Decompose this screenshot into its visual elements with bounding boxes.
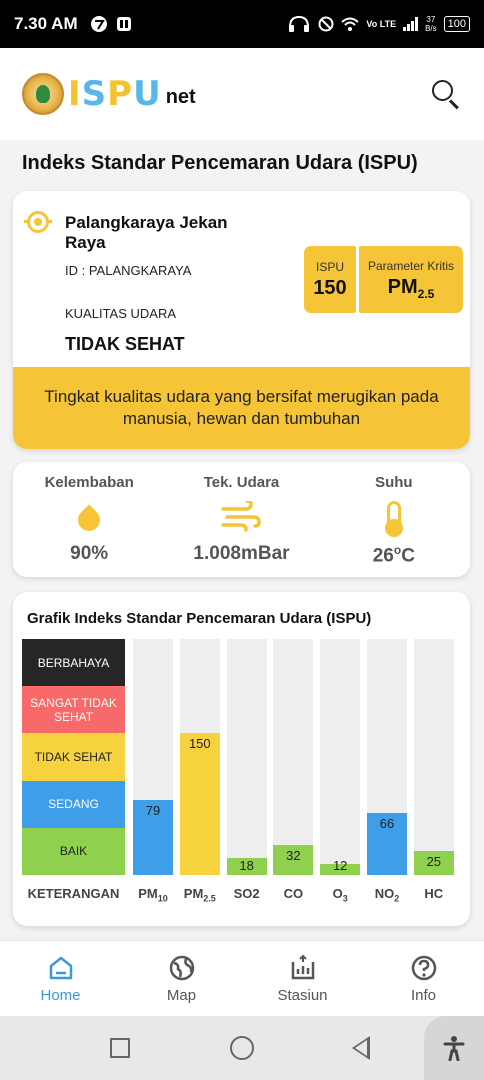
nav-map[interactable]: Map xyxy=(121,941,242,1016)
pressure-label: Tek. Udara xyxy=(203,474,280,491)
x-tick-label: PM10 xyxy=(138,886,168,904)
nav-home[interactable]: Home xyxy=(0,941,121,1016)
x-tick-label: PM2.5 xyxy=(183,886,216,904)
x-tick-label: NO2 xyxy=(374,886,400,904)
logo-suffix: net xyxy=(165,86,196,108)
back-button[interactable] xyxy=(352,1036,370,1060)
nav-stasiun-label: Stasiun xyxy=(277,987,328,1004)
globe-icon xyxy=(169,955,194,981)
nav-map-label: Map xyxy=(166,987,197,1004)
chart-bars: 79 150 18 32 12 66 25 xyxy=(133,639,455,875)
nav-stasiun[interactable]: Stasiun xyxy=(242,941,363,1016)
x-tick-label: O3 xyxy=(332,886,348,904)
critical-parameter-cell: Parameter Kritis PM2.5 xyxy=(359,246,463,313)
battery-indicator: 100 xyxy=(443,16,470,32)
network-speed: 37 B/s xyxy=(425,15,437,33)
level-legend-item: SEDANG xyxy=(22,780,125,828)
station-name: Palangkaraya Jekan Raya xyxy=(65,213,228,252)
ispu-label: ISPU xyxy=(315,259,344,274)
app-icon xyxy=(116,17,131,31)
bar-value-label: 18 xyxy=(239,858,254,873)
bar xyxy=(179,733,220,875)
level-legend-item: BAIK xyxy=(22,827,125,876)
signal-icon xyxy=(403,17,419,31)
bar-value-label: 66 xyxy=(379,816,395,831)
app-logo: ISPU net xyxy=(22,73,196,115)
chart-x-axis: KETERANGAN PM10 PM2.5 SO2 CO O3 NO2 HC xyxy=(13,886,470,906)
wind-icon xyxy=(221,501,262,532)
air-quality-value: TIDAK SEHAT xyxy=(65,334,185,354)
bar-track: 32 xyxy=(273,639,314,875)
bottom-nav: Home Map Stasiun Info xyxy=(0,940,484,1016)
ispu-chart-card: Grafik Indeks Standar Pencemaran Udara (… xyxy=(13,592,470,926)
level-legend-item: TIDAK SEHAT xyxy=(22,733,125,781)
temperature-value: 26oC xyxy=(372,543,415,567)
status-bar: 7.30 AM Vo LTE 37 B/s 100 xyxy=(0,0,484,48)
dnd-icon xyxy=(318,16,334,32)
x-tick-label: CO xyxy=(283,886,304,901)
logo-wordmark: ISPU xyxy=(68,74,162,114)
temperature-stat: Suhu 26oC xyxy=(318,462,470,577)
chart-title: Grafik Indeks Standar Pencemaran Udara (… xyxy=(27,610,372,627)
legend-header-label: KETERANGAN xyxy=(27,886,120,901)
temperature-label: Suhu xyxy=(375,474,413,491)
bar-value-label: 12 xyxy=(332,858,348,873)
home-button[interactable] xyxy=(230,1036,254,1060)
drop-icon xyxy=(73,504,105,536)
bar-track: 150 xyxy=(179,639,220,875)
search-button[interactable] xyxy=(430,78,462,110)
nav-info-label: Info xyxy=(410,987,437,1004)
humidity-stat: Kelembaban 90% xyxy=(13,462,165,577)
page-title: Indeks Standar Pencemaran Udara (ISPU) xyxy=(22,152,418,174)
status-time: 7.30 AM xyxy=(14,14,78,33)
help-icon xyxy=(411,955,436,981)
accessibility-icon xyxy=(443,1036,465,1061)
bar-track: 12 xyxy=(320,639,361,875)
x-tick-label: HC xyxy=(424,886,444,901)
bar-value-label: 150 xyxy=(188,736,211,751)
humidity-label: Kelembaban xyxy=(44,474,134,491)
ispu-value: 150 xyxy=(313,276,347,299)
air-quality-label: KUALITAS UDARA xyxy=(65,306,177,321)
location-target-icon xyxy=(24,211,52,233)
weather-card: Kelembaban 90% Tek. Udara 1.008mBar Suhu… xyxy=(13,462,470,577)
bar-value-label: 79 xyxy=(145,803,161,818)
bar-track: 25 xyxy=(413,639,454,875)
thermometer-icon xyxy=(384,501,403,537)
ispu-cell: ISPU 150 xyxy=(304,246,356,313)
station-id: ID : PALANGKARAYA xyxy=(65,263,192,278)
app-header: ISPU net xyxy=(0,48,484,140)
air-quality-description: Tingkat kualitas udara yang bersifat mer… xyxy=(13,367,470,449)
pressure-stat: Tek. Udara 1.008mBar xyxy=(165,462,317,577)
level-legend-item: BERBAHAYA xyxy=(22,639,125,687)
ispu-summary: ISPU 150 Parameter Kritis PM2.5 xyxy=(304,246,463,313)
pressure-value: 1.008mBar xyxy=(193,543,290,564)
chart-level-legend: BERBAHAYA SANGAT TIDAK SEHAT TIDAK SEHAT SE… xyxy=(22,639,125,876)
bar-value-label: 32 xyxy=(286,848,301,863)
nav-info[interactable]: Info xyxy=(363,941,484,1016)
search-icon xyxy=(432,80,453,101)
level-legend-item: SANGAT TIDAK SEHAT xyxy=(22,686,125,734)
headset-icon xyxy=(289,15,310,32)
home-icon xyxy=(49,956,72,980)
bar-track: 79 xyxy=(133,639,173,875)
ministry-emblem-icon xyxy=(22,73,64,115)
recents-button[interactable] xyxy=(110,1038,130,1058)
bar-track: 18 xyxy=(226,639,267,875)
chart-icon xyxy=(291,954,314,980)
nav-home-label: Home xyxy=(40,987,81,1004)
station-card[interactable]: Palangkaraya Jekan Raya ID : PALANGKARAY… xyxy=(13,191,470,449)
critical-parameter-value: PM2.5 xyxy=(387,275,435,301)
humidity-value: 90% xyxy=(70,543,109,564)
bar-value-label: 25 xyxy=(426,854,442,869)
wifi-icon xyxy=(341,17,360,31)
x-tick-label: SO2 xyxy=(233,886,260,901)
network-type: Vo LTE xyxy=(366,18,397,29)
critical-parameter-label: Parameter Kritis xyxy=(367,258,455,273)
notification-icon xyxy=(90,16,107,32)
accessibility-button[interactable] xyxy=(424,1016,484,1080)
bar-track: 66 xyxy=(367,639,407,875)
system-nav-bar xyxy=(0,1016,484,1080)
